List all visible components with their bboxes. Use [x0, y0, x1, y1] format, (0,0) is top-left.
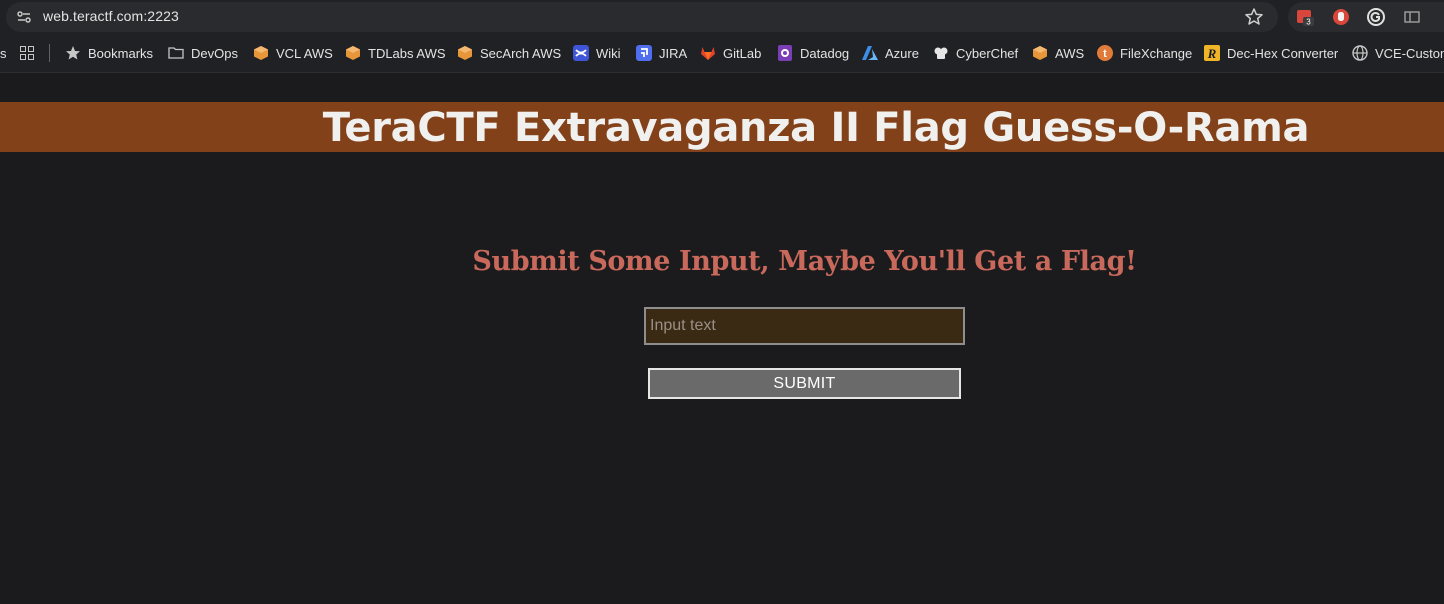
aws-box-icon — [254, 46, 268, 60]
page-title: TeraCTF Extravaganza II Flag Guess-O-Ram… — [322, 105, 1310, 151]
prompt-heading: Submit Some Input, Maybe You'll Get a Fl… — [472, 246, 1137, 277]
bookmark-label: FileXchange — [1120, 45, 1193, 61]
svg-text:R: R — [1207, 46, 1217, 61]
bookmark-devops[interactable]: DevOps — [168, 44, 238, 62]
site-info-icon[interactable] — [15, 8, 33, 26]
bookmark-label: Wiki — [596, 45, 621, 61]
bookmark-tdlabs-aws[interactable]: TDLabs AWS — [345, 44, 446, 62]
address-bar[interactable]: web.teractf.com:2223 — [6, 2, 1278, 32]
bookmark-wiki[interactable]: Wiki — [573, 44, 621, 62]
bookmark-bookmarks[interactable]: Bookmarks — [65, 44, 153, 62]
bookmark-label: Azure — [885, 45, 919, 61]
url-text[interactable]: web.teractf.com:2223 — [43, 8, 179, 24]
azure-icon — [862, 46, 878, 60]
bookmark-vce-custom[interactable]: VCE-Custom — [1352, 44, 1444, 62]
bookmark-label: CyberChef — [956, 45, 1019, 61]
bookmark-cyberchef[interactable]: CyberChef — [933, 44, 1018, 62]
confluence-icon — [573, 45, 589, 61]
bookmark-star-icon[interactable] — [1244, 7, 1264, 27]
apps-grid-icon[interactable] — [20, 46, 34, 60]
bookmark-label: GitLab — [723, 45, 762, 61]
bookmark-label: DevOps — [191, 45, 238, 61]
aws-box-icon — [1033, 46, 1047, 60]
extension-badge-count: 3 — [1306, 18, 1311, 27]
bookmark-azure[interactable]: Azure — [862, 44, 919, 62]
bookmark-label: Bookmarks — [88, 45, 154, 61]
bookmark-overflow-fragment[interactable]: s — [0, 44, 7, 62]
grammarly-extension-icon[interactable] — [1367, 8, 1385, 26]
aws-box-icon — [346, 46, 360, 60]
bookmark-secarch-aws[interactable]: SecArch AWS — [457, 44, 561, 62]
jira-icon — [636, 45, 652, 61]
bookmark-jira[interactable]: JIRA — [636, 44, 687, 62]
bookmark-label: VCL AWS — [276, 45, 333, 61]
bookmark-vcl-aws[interactable]: VCL AWS — [253, 44, 333, 62]
bookmark-datadog[interactable]: Datadog — [777, 44, 849, 62]
bookmark-label: TDLabs AWS — [368, 45, 446, 61]
folder-icon — [168, 47, 184, 59]
submit-button[interactable]: SUBMIT — [648, 368, 961, 399]
filexchange-icon: t — [1097, 45, 1113, 61]
bookmark-filexchange[interactable]: t FileXchange — [1097, 44, 1192, 62]
datadog-icon — [778, 45, 792, 61]
star-icon — [66, 46, 80, 60]
bookmark-aws[interactable]: AWS — [1032, 44, 1084, 62]
aws-box-icon — [458, 46, 472, 60]
bookmarks-divider — [49, 44, 50, 62]
bookmark-label: VCE-Custom — [1375, 45, 1444, 61]
reader-extension-icon[interactable] — [1403, 8, 1421, 26]
bookmark-label: SecArch AWS — [480, 45, 562, 61]
cyberchef-icon — [934, 47, 948, 59]
browser-toolbar: web.teractf.com:2223 3 — [0, 0, 1444, 34]
bookmark-label: Datadog — [800, 45, 850, 61]
r-logo-icon: R — [1204, 45, 1220, 61]
flag-input[interactable] — [644, 307, 965, 345]
bookmark-dec-hex-converter[interactable]: R Dec-Hex Converter — [1204, 44, 1338, 62]
globe-icon — [1352, 45, 1368, 61]
gitlab-icon — [701, 47, 715, 60]
bookmark-gitlab[interactable]: GitLab — [700, 44, 761, 62]
extensions-area: 3 — [1288, 2, 1444, 32]
svg-text:t: t — [1103, 48, 1107, 60]
bookmark-label: JIRA — [659, 45, 688, 61]
hand-stop-extension-icon[interactable] — [1332, 8, 1350, 26]
calendar-extension-icon[interactable]: 3 — [1296, 8, 1314, 26]
bookmark-label: AWS — [1055, 45, 1085, 61]
title-banner: TeraCTF Extravaganza II Flag Guess-O-Ram… — [0, 102, 1444, 152]
bookmark-label: Dec-Hex Converter — [1227, 45, 1339, 61]
